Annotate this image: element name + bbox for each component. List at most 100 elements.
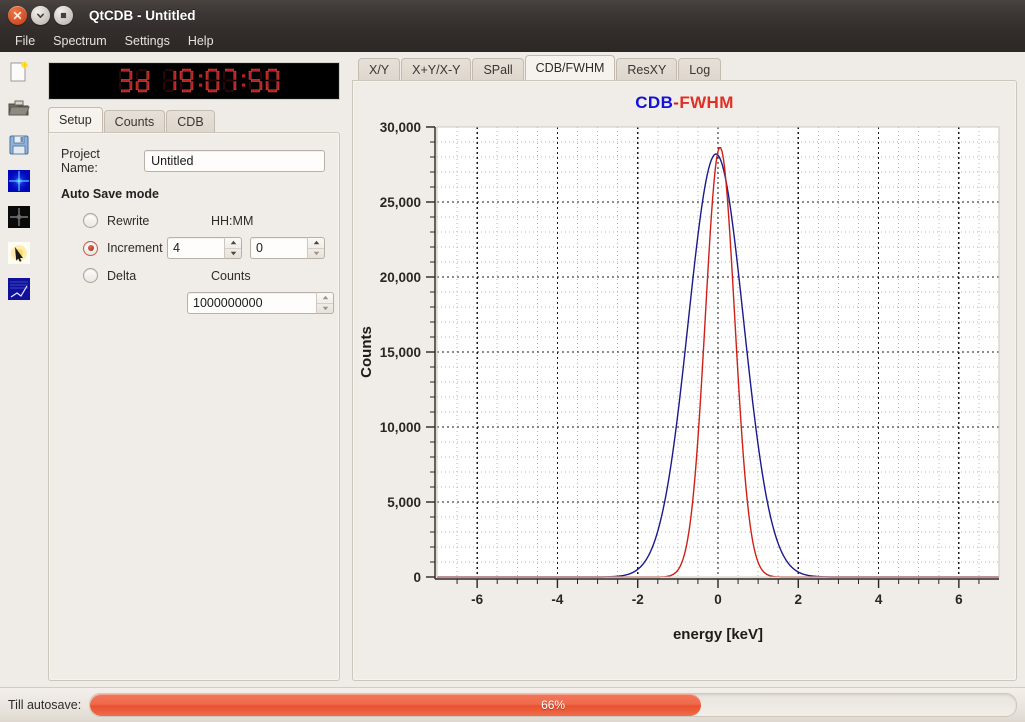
autosave-group-label-row: Auto Save mode: [61, 187, 325, 201]
plot-blue-icon[interactable]: [6, 276, 32, 302]
caret-down-icon: [230, 251, 236, 255]
minutes-spin-up[interactable]: [308, 238, 324, 249]
plot-tabbar: X/Y X+Y/X-Y SPall CDB/FWHM ResXY Log: [352, 55, 1019, 81]
radio-row-increment: Increment: [61, 237, 325, 259]
left-tabbar: Setup Counts CDB: [42, 107, 344, 133]
new-document-glyph: [10, 61, 28, 82]
svg-text:Counts: Counts: [358, 326, 375, 378]
autosave-progress-bar[interactable]: 66%: [89, 693, 1017, 717]
radio-label-delta: Delta: [107, 268, 137, 283]
open-folder-glyph: [8, 100, 30, 116]
counts-spin-down[interactable]: [317, 304, 333, 314]
minutes-input[interactable]: [250, 237, 307, 259]
radio-delta[interactable]: [83, 268, 98, 283]
radio-rewrite[interactable]: [83, 213, 98, 228]
right-panel: X/Y X+Y/X-Y SPall CDB/FWHM ResXY Log CDB…: [352, 55, 1019, 687]
counts-row: [187, 292, 334, 314]
tab-log[interactable]: Log: [678, 58, 722, 81]
content-area: Setup Counts CDB Project Name: Auto Save…: [38, 52, 1025, 687]
chevron-down-icon[interactable]: [31, 5, 50, 25]
svg-text:30,000: 30,000: [380, 120, 421, 135]
svg-text:energy [keV]: energy [keV]: [673, 626, 763, 643]
cursor-pick-icon[interactable]: [6, 240, 32, 266]
window-title: QtCDB - Untitled: [89, 7, 196, 23]
svg-text:15,000: 15,000: [380, 345, 421, 360]
caret-up-icon: [322, 296, 328, 300]
radio-row-rewrite: Rewrite HH:MM: [61, 213, 325, 228]
caret-down-icon: [313, 251, 319, 255]
svg-text:2: 2: [795, 592, 803, 607]
square-glyph: [60, 12, 67, 18]
spectrum-black-icon[interactable]: [6, 204, 32, 230]
counts-spin-up[interactable]: [317, 293, 333, 304]
hours-spin-up[interactable]: [225, 238, 241, 249]
project-name-label: Project Name:: [61, 147, 100, 175]
tab-xy[interactable]: X/Y: [358, 58, 401, 81]
tab-cdb[interactable]: CDB: [166, 110, 215, 133]
app-window: QtCDB - Untitled File Spectrum Settings …: [0, 0, 1025, 722]
menu-bar: File Spectrum Settings Help: [0, 30, 1025, 52]
square-icon[interactable]: [54, 5, 73, 25]
left-panel: Setup Counts CDB Project Name: Auto Save…: [42, 56, 344, 687]
counts-input[interactable]: [187, 292, 316, 314]
tab-xpy-xmy[interactable]: X+Y/X-Y: [401, 58, 472, 81]
autosave-progress-text: 66%: [541, 698, 566, 712]
radio-label-increment: Increment: [107, 241, 163, 255]
spectrum-black-glyph: [8, 206, 30, 228]
hours-spinbox[interactable]: [167, 237, 242, 259]
caret-down-icon: [322, 306, 328, 310]
plot-pane: CDB-FWHM -6 -4 -2 0 2 4 6 0 5,000 10,000 15,000 20,…: [352, 80, 1017, 681]
hours-spin-buttons: [224, 237, 242, 259]
cdb-fwhm-chart: -6 -4 -2 0 2 4 6 0 5,000 10,000 15,000 20,000 25,000…: [358, 120, 1000, 643]
close-glyph: [13, 11, 22, 19]
tab-spall[interactable]: SPall: [472, 58, 524, 81]
minutes-spinbox[interactable]: [250, 237, 325, 259]
hours-input[interactable]: [167, 237, 224, 259]
spectrum-blue-icon[interactable]: [6, 168, 32, 194]
open-folder-icon[interactable]: [6, 96, 32, 122]
setup-tab-pane: Project Name: Auto Save mode Rewrite HH:…: [48, 132, 340, 681]
chart-title-part-cdb: CDB: [635, 93, 674, 112]
counts-spin-buttons: [316, 292, 334, 314]
menu-settings[interactable]: Settings: [116, 32, 179, 50]
save-floppy-glyph: [9, 135, 29, 155]
svg-text:-4: -4: [551, 592, 563, 607]
minutes-spin-buttons: [307, 237, 325, 259]
svg-text:5,000: 5,000: [387, 495, 421, 510]
title-bar: QtCDB - Untitled: [0, 0, 1025, 30]
radio-increment[interactable]: [83, 240, 98, 256]
menu-help[interactable]: Help: [179, 32, 223, 50]
lcd-digits: [119, 68, 280, 93]
counts-spinbox[interactable]: [187, 292, 334, 314]
svg-text:6: 6: [955, 592, 963, 607]
new-document-icon[interactable]: [6, 60, 32, 86]
side-toolbar: [0, 52, 38, 687]
main-body: Setup Counts CDB Project Name: Auto Save…: [0, 52, 1025, 687]
tab-resxy[interactable]: ResXY: [616, 58, 678, 81]
chart-title: CDB-FWHM: [353, 81, 1016, 113]
svg-text:25,000: 25,000: [380, 195, 421, 210]
svg-text:10,000: 10,000: [380, 420, 421, 435]
caret-up-icon: [230, 241, 236, 245]
svg-text:0: 0: [714, 592, 722, 607]
svg-text:0: 0: [413, 570, 421, 585]
minutes-spin-down[interactable]: [308, 249, 324, 259]
project-name-input[interactable]: [144, 150, 325, 172]
svg-text:20,000: 20,000: [380, 270, 421, 285]
chart-title-part-fwhm: FWHM: [679, 93, 734, 112]
menu-spectrum[interactable]: Spectrum: [44, 32, 116, 50]
autosave-status-label: Till autosave:: [8, 698, 82, 712]
close-icon[interactable]: [8, 5, 27, 25]
tab-counts[interactable]: Counts: [103, 110, 166, 133]
svg-text:-6: -6: [471, 592, 483, 607]
menu-file[interactable]: File: [6, 32, 44, 50]
tab-cdb-fwhm[interactable]: CDB/FWHM: [524, 55, 616, 80]
tab-setup[interactable]: Setup: [48, 107, 103, 132]
radio-row-delta: Delta Counts: [61, 268, 325, 283]
hours-spin-down[interactable]: [225, 249, 241, 259]
svg-text:4: 4: [875, 592, 883, 607]
save-floppy-icon[interactable]: [6, 132, 32, 158]
radio-label-rewrite: Rewrite: [107, 213, 150, 228]
counts-label: Counts: [211, 268, 251, 283]
autosave-lcd-display: [48, 62, 340, 100]
